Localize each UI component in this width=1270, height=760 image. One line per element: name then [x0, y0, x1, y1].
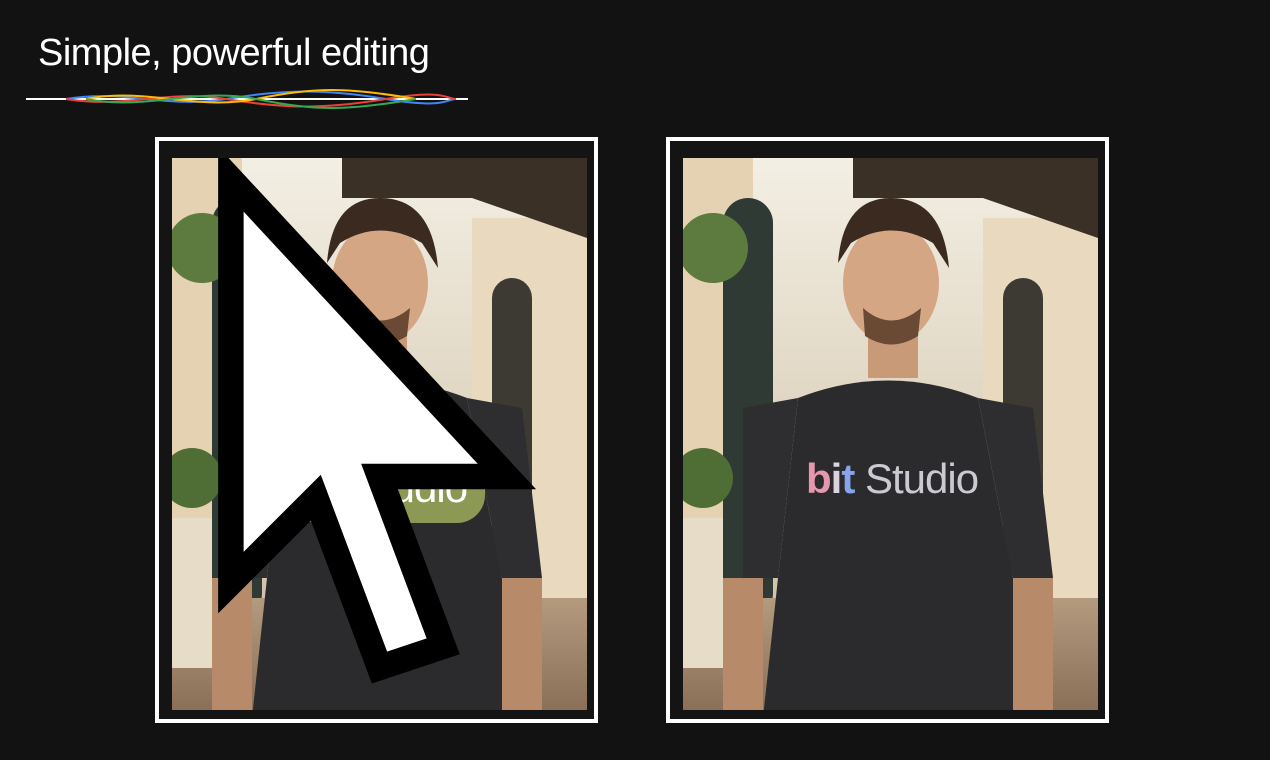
before-image-frame: bit Studio [155, 137, 598, 723]
mouse-cursor-icon [218, 158, 537, 684]
after-image-frame: bit Studio [666, 137, 1109, 723]
bitstudio-logo: bit Studio [806, 455, 979, 503]
after-photo: bit Studio [683, 158, 1098, 710]
logo-letter-t: t [841, 455, 855, 502]
wave-divider [26, 89, 468, 109]
portrait-illustration [683, 158, 1098, 710]
logo-letter-i: i [830, 455, 843, 502]
page-title: Simple, powerful editing [38, 32, 430, 74]
logo-letter-b: b [806, 455, 832, 502]
before-photo: bit Studio [172, 158, 587, 710]
logo-studio-text: Studio [865, 455, 979, 502]
